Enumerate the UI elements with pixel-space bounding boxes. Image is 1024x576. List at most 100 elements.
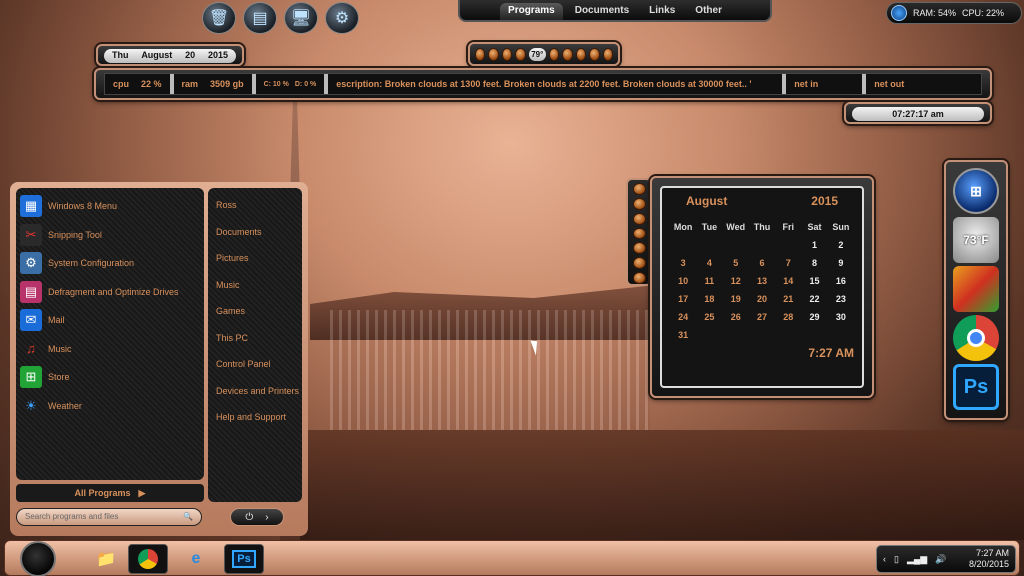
knob-button[interactable]: [632, 227, 646, 240]
all-programs-label: All Programs: [74, 488, 131, 498]
place-games[interactable]: Games: [216, 306, 302, 333]
program-label: Defragment and Optimize Drives: [48, 286, 179, 297]
calendar-day[interactable]: 2: [828, 240, 854, 250]
calendar-day[interactable]: 30: [828, 312, 854, 322]
chrome-icon[interactable]: [128, 544, 168, 574]
program-music[interactable]: ♫ Music: [16, 335, 204, 364]
chrome-icon[interactable]: [953, 315, 999, 361]
program-weather[interactable]: ☀ Weather: [16, 392, 204, 421]
chevron-left-icon[interactable]: ‹: [883, 554, 886, 564]
arrow-right-icon: ›: [265, 511, 269, 523]
volume-icon[interactable]: 🔊: [935, 554, 946, 565]
calendar-day[interactable]: 27: [749, 312, 775, 322]
place-music[interactable]: Music: [216, 280, 302, 307]
knob-button[interactable]: [475, 47, 486, 61]
device-icon[interactable]: ▯: [894, 554, 899, 565]
calendar-day[interactable]: 13: [749, 276, 775, 286]
calendar-day[interactable]: 28: [775, 312, 801, 322]
program-store[interactable]: ⊞ Store: [16, 363, 204, 392]
program-system-configuration[interactable]: ⚙ System Configuration: [16, 249, 204, 278]
calendar-day[interactable]: 25: [696, 312, 722, 322]
place-documents[interactable]: Documents: [216, 227, 302, 254]
program-mail[interactable]: ✉ Mail: [16, 306, 204, 335]
calendar-day[interactable]: 11: [696, 276, 722, 286]
photoshop-icon[interactable]: Ps: [953, 364, 999, 410]
computer-icon[interactable]: 🖥: [284, 2, 318, 34]
control-panel-icon[interactable]: ▤: [243, 2, 277, 34]
calendar-day: [723, 330, 749, 340]
place-devices-printers[interactable]: Devices and Printers: [216, 386, 302, 413]
settings-icon[interactable]: ⚙: [325, 2, 359, 34]
calendar-day[interactable]: 17: [670, 294, 696, 304]
calendar-day[interactable]: 31: [670, 330, 696, 340]
place-pictures[interactable]: Pictures: [216, 253, 302, 280]
knob-button[interactable]: [632, 197, 646, 210]
tray-clock[interactable]: 7:27 AM 8/20/2015: [969, 548, 1009, 570]
signal-icon[interactable]: ▂▄▆: [907, 554, 927, 565]
tab-documents[interactable]: Documents: [567, 3, 637, 20]
knob-button[interactable]: [602, 47, 613, 61]
photoshop-icon[interactable]: Ps: [224, 544, 264, 574]
program-label: Mail: [48, 315, 65, 326]
knob-button[interactable]: [575, 47, 587, 61]
program-snipping-tool[interactable]: ✂ Snipping Tool: [16, 221, 204, 250]
knob-button[interactable]: [632, 183, 646, 195]
calendar-weekday: Wed: [726, 222, 746, 232]
avast-icon[interactable]: [953, 266, 999, 312]
calendar-day[interactable]: 8: [801, 258, 827, 268]
search-input[interactable]: Search programs and files 🔍: [16, 508, 202, 526]
file-explorer-icon[interactable]: 📁: [86, 544, 126, 574]
tab-other[interactable]: Other: [687, 3, 730, 20]
calendar-day[interactable]: 18: [696, 294, 722, 304]
place-control-panel[interactable]: Control Panel: [216, 359, 302, 386]
calendar-day[interactable]: 5: [723, 258, 749, 268]
program-windows8-menu[interactable]: ▦ Windows 8 Menu: [16, 192, 204, 221]
place-help-support[interactable]: Help and Support: [216, 412, 302, 439]
recycle-bin-icon[interactable]: 🗑: [202, 2, 236, 34]
knob-button[interactable]: [562, 47, 573, 61]
knob-button[interactable]: [488, 47, 499, 61]
calendar-day[interactable]: 3: [670, 258, 696, 268]
calendar-day[interactable]: 20: [749, 294, 775, 304]
calendar-day[interactable]: 1: [801, 240, 827, 250]
place-user[interactable]: Ross: [216, 200, 302, 227]
knob-button[interactable]: [632, 242, 646, 255]
tab-programs[interactable]: Programs: [500, 3, 563, 20]
shutdown-button[interactable]: ⏻ ›: [230, 508, 284, 526]
calendar-day[interactable]: 19: [723, 294, 749, 304]
knob-button[interactable]: [515, 47, 526, 61]
knob-button[interactable]: [632, 257, 646, 270]
calendar-day[interactable]: 16: [828, 276, 854, 286]
knob-button[interactable]: [501, 47, 513, 61]
calendar-day[interactable]: 24: [670, 312, 696, 322]
calendar-day[interactable]: 26: [723, 312, 749, 322]
globe-icon: [891, 5, 907, 21]
all-programs-button[interactable]: All Programs ▶: [16, 484, 204, 502]
calendar-day[interactable]: 22: [801, 294, 827, 304]
tab-links[interactable]: Links: [641, 3, 683, 20]
program-defragment[interactable]: ▤ Defragment and Optimize Drives: [16, 278, 204, 307]
calendar-day[interactable]: 7: [775, 258, 801, 268]
knob-button[interactable]: [548, 47, 560, 61]
calendar-day[interactable]: 10: [670, 276, 696, 286]
net-in-segment: net in: [786, 74, 867, 94]
store-icon: ⊞: [20, 366, 42, 389]
ie-firefox-icon[interactable]: e: [176, 544, 216, 574]
calendar-day[interactable]: 12: [723, 276, 749, 286]
ram-value: 3509 gb: [210, 79, 244, 89]
calendar-day[interactable]: 9: [828, 258, 854, 268]
calendar-day[interactable]: 29: [801, 312, 827, 322]
calendar-day[interactable]: 15: [801, 276, 827, 286]
knob-button[interactable]: [632, 212, 646, 225]
calendar-day[interactable]: 14: [775, 276, 801, 286]
calendar-day[interactable]: 23: [828, 294, 854, 304]
calendar-day[interactable]: 21: [775, 294, 801, 304]
place-this-pc[interactable]: This PC: [216, 333, 302, 360]
start-button[interactable]: [20, 541, 56, 576]
knob-button[interactable]: [589, 47, 600, 61]
weather-cloud-icon[interactable]: 73°F: [953, 217, 999, 263]
calendar-day[interactable]: 4: [696, 258, 722, 268]
windows-orb-icon[interactable]: ⊞: [953, 168, 999, 214]
knob-button[interactable]: [632, 272, 646, 285]
calendar-day[interactable]: 6: [749, 258, 775, 268]
